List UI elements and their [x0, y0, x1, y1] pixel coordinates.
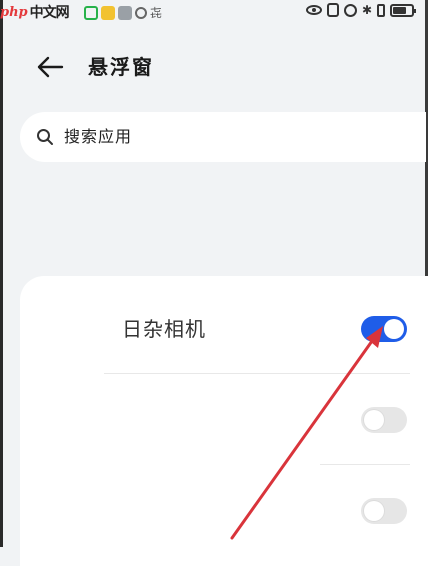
app-icon: [118, 5, 132, 20]
page-title: 悬浮窗: [88, 55, 154, 79]
watermark: php 中文网: [0, 2, 70, 22]
toggle-knob: [364, 501, 384, 521]
status-right-icons: ✱: [305, 3, 416, 17]
list-item[interactable]: 日杂相机: [20, 276, 428, 360]
wechat-icon: [84, 5, 98, 20]
search-placeholder: 搜索应用: [64, 127, 133, 146]
search-input[interactable]: 搜索应用: [20, 112, 426, 162]
floating-window-toggle[interactable]: [361, 407, 407, 433]
bluetooth-icon: ✱: [361, 3, 372, 17]
watermark-site: 中文网: [29, 5, 70, 21]
back-button[interactable]: [30, 50, 70, 84]
search-icon: [37, 129, 53, 145]
toggle-knob: [384, 319, 404, 339]
app-list-card: 日杂相机: [20, 276, 428, 566]
battery-icon: [390, 3, 416, 17]
message-icon: [135, 6, 147, 19]
notification-icon: [101, 5, 115, 20]
nfc-icon: [326, 3, 339, 17]
floating-window-toggle[interactable]: [361, 498, 407, 524]
list-item[interactable]: [20, 465, 428, 549]
status-bar: php 中文网 㐂 ✱: [0, 0, 428, 24]
toggle-knob: [364, 410, 384, 430]
screen-edge-left: [0, 0, 3, 547]
status-char: 㐂: [150, 6, 163, 20]
eye-comfort-icon: [305, 5, 322, 15]
watermark-brand: php: [0, 4, 28, 20]
floating-window-toggle[interactable]: [361, 316, 407, 342]
app-name: 日杂相机: [122, 317, 206, 341]
status-left-icons: 㐂: [84, 4, 162, 21]
alarm-icon: [343, 3, 357, 17]
arrow-left-icon: [37, 56, 64, 78]
list-item[interactable]: [20, 374, 428, 458]
vibrate-icon: [377, 3, 385, 17]
